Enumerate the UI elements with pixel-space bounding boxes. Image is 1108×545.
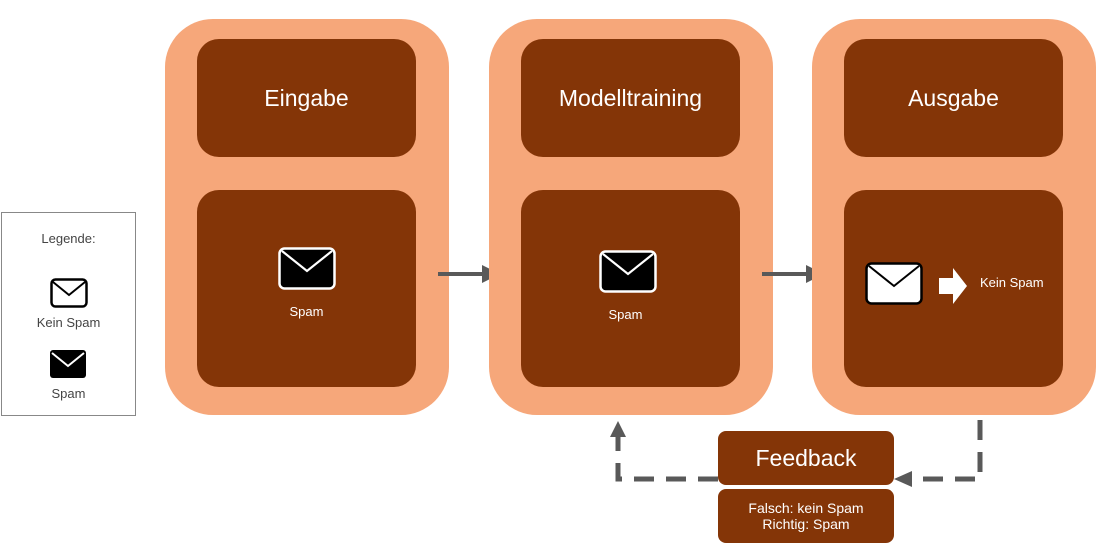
block-arrow-right-icon <box>939 268 967 304</box>
feedback-line-1: Falsch: kein Spam <box>748 500 864 516</box>
envelope-filled-icon <box>599 250 657 293</box>
stage-ausgabe-content: Kein Spam <box>844 190 1063 387</box>
stage-modelltraining: Modelltraining Spam <box>489 19 773 415</box>
envelope-filled-icon <box>278 247 336 290</box>
content-label: Spam <box>289 304 324 319</box>
feedback-box: Feedback <box>718 431 894 485</box>
stage-ausgabe-header: Ausgabe <box>844 39 1063 157</box>
stage-modelltraining-header: Modelltraining <box>521 39 740 157</box>
legend-label-spam: Spam <box>51 386 86 401</box>
content-label: Spam <box>608 307 643 322</box>
stage-eingabe-header: Eingabe <box>197 39 416 157</box>
legend-label-kein-spam: Kein Spam <box>36 315 101 330</box>
legend-title: Legende: <box>41 231 96 246</box>
stage-title: Eingabe <box>264 84 349 111</box>
content-label: Kein Spam <box>980 275 1044 290</box>
stage-eingabe-content: Spam <box>197 190 416 387</box>
legend-box: Legende: Kein Spam Spam <box>1 212 136 416</box>
arrowhead-left-icon <box>894 471 912 487</box>
stage-title: Ausgabe <box>908 84 999 111</box>
arrowhead-up-icon <box>610 421 626 437</box>
envelope-outline-icon <box>865 262 923 305</box>
stage-ausgabe: Ausgabe Kein Spam <box>812 19 1096 415</box>
stage-title: Modelltraining <box>558 84 703 111</box>
envelope-filled-icon <box>50 350 86 378</box>
feedback-title: Feedback <box>755 444 857 471</box>
feedback-detail-box: Falsch: kein Spam Richtig: Spam <box>718 489 894 543</box>
stage-modelltraining-content: Spam <box>521 190 740 387</box>
envelope-outline-icon <box>50 278 88 308</box>
feedback-line-2: Richtig: Spam <box>762 516 850 532</box>
stage-eingabe: Eingabe Spam <box>165 19 449 415</box>
